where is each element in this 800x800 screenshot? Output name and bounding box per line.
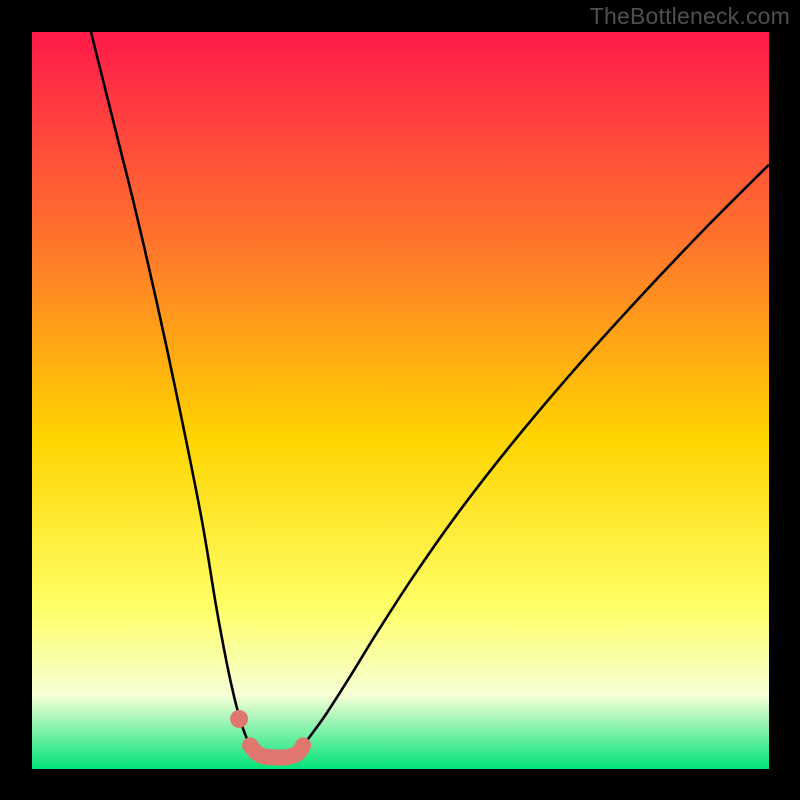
gradient-background bbox=[32, 32, 769, 769]
chart-frame: TheBottleneck.com bbox=[0, 0, 800, 800]
watermark-text: TheBottleneck.com bbox=[590, 3, 790, 30]
chart-svg bbox=[32, 32, 769, 769]
plot-area bbox=[32, 32, 769, 769]
left-dot-marker bbox=[230, 710, 248, 728]
